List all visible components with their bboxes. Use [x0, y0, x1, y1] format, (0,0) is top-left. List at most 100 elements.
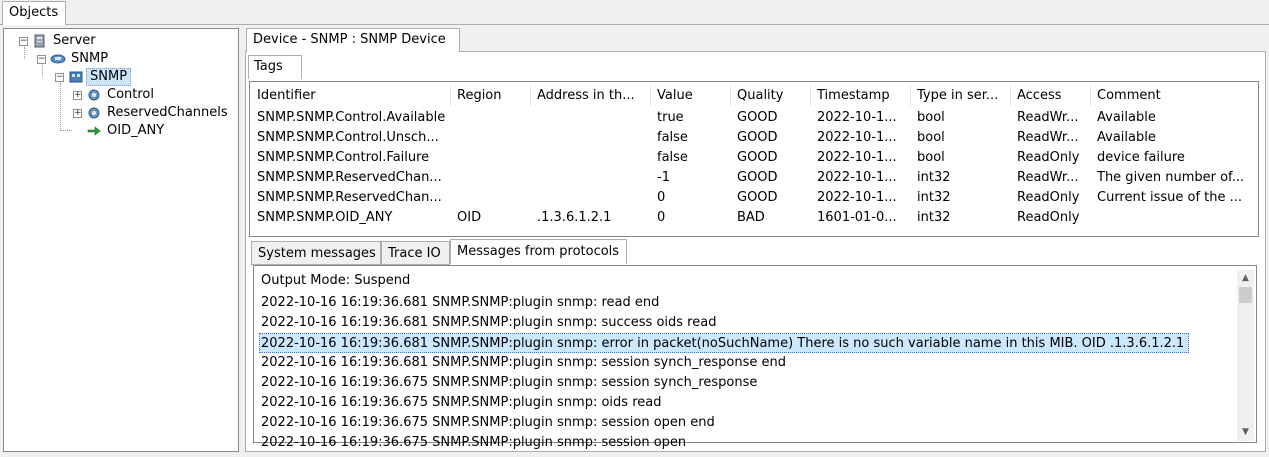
tree-node-control[interactable]: Control — [104, 86, 157, 104]
cell-identifier[interactable]: SNMP.SNMP.ReservedChan... — [257, 168, 452, 188]
log-line[interactable]: 2022-10-16 16:19:36.675 SNMP.SNMP:plugin… — [261, 373, 757, 393]
tab-system-messages[interactable]: System messages — [251, 241, 381, 265]
cell-access[interactable]: ReadWr... — [1017, 128, 1092, 148]
log-line[interactable]: 2022-10-16 16:19:36.681 SNMP.SNMP:plugin… — [259, 333, 1190, 353]
cell-value[interactable]: true — [657, 108, 732, 128]
cell-identifier[interactable]: SNMP.SNMP.Control.Failure — [257, 148, 452, 168]
cell-timestamp[interactable]: 2022-10-1... — [817, 148, 912, 168]
cell-type[interactable]: int32 — [917, 208, 1012, 228]
cell-value[interactable]: 0 — [657, 208, 732, 228]
cell-quality[interactable]: BAD — [737, 208, 812, 228]
cell-region[interactable] — [457, 188, 532, 208]
cell-comment[interactable] — [1097, 208, 1252, 228]
cell-quality[interactable]: GOOD — [737, 188, 812, 208]
tab-messages-from-protocols[interactable]: Messages from protocols — [450, 239, 627, 264]
cell-identifier[interactable]: SNMP.SNMP.Control.Unsch... — [257, 128, 452, 148]
cell-access[interactable]: ReadWr... — [1017, 108, 1092, 128]
cell-region[interactable] — [457, 148, 532, 168]
cell-address[interactable] — [537, 108, 647, 128]
cell-comment[interactable]: The given number of... — [1097, 168, 1252, 188]
column-separator[interactable] — [530, 86, 531, 106]
tree-node-reservedchannels[interactable]: ReservedChannels — [104, 104, 231, 122]
cell-comment[interactable]: Available — [1097, 108, 1252, 128]
cell-type[interactable]: bool — [917, 128, 1012, 148]
cell-address[interactable]: .1.3.6.1.2.1 — [537, 208, 647, 228]
cell-quality[interactable]: GOOD — [737, 148, 812, 168]
column-header-region[interactable]: Region — [457, 86, 502, 106]
cell-address[interactable] — [537, 148, 647, 168]
tree-node-oid-any[interactable]: OID_ANY — [104, 122, 167, 140]
column-header-type[interactable]: Type in ser... — [917, 86, 998, 106]
tab-objects[interactable]: Objects — [2, 1, 66, 25]
log-line[interactable]: 2022-10-16 16:19:36.681 SNMP.SNMP:plugin… — [261, 353, 786, 373]
collapse-server-expander[interactable]: − — [19, 37, 28, 46]
cell-region[interactable] — [457, 128, 532, 148]
cell-access[interactable]: ReadOnly — [1017, 148, 1092, 168]
cell-identifier[interactable]: SNMP.SNMP.ReservedChan... — [257, 188, 452, 208]
cell-type[interactable]: int32 — [917, 168, 1012, 188]
column-header-identifier[interactable]: Identifier — [257, 86, 316, 106]
tree-node-snmp-device[interactable]: SNMP — [86, 68, 132, 86]
cell-value[interactable]: 0 — [657, 188, 732, 208]
tab-tags[interactable]: Tags — [248, 55, 302, 79]
column-separator[interactable] — [910, 86, 911, 106]
log-line[interactable]: 2022-10-16 16:19:36.681 SNMP.SNMP:plugin… — [261, 313, 716, 333]
cell-access[interactable]: ReadWr... — [1017, 168, 1092, 188]
cell-value[interactable]: false — [657, 128, 732, 148]
column-separator[interactable] — [1010, 86, 1011, 106]
column-header-value[interactable]: Value — [657, 86, 693, 106]
tree-node-snmp-network[interactable]: SNMP — [68, 50, 111, 68]
cell-type[interactable]: int32 — [917, 188, 1012, 208]
column-header-timestamp[interactable]: Timestamp — [817, 86, 890, 106]
cell-comment[interactable]: Available — [1097, 128, 1252, 148]
cell-quality[interactable]: GOOD — [737, 168, 812, 188]
column-separator[interactable] — [810, 86, 811, 106]
collapse-snmp-device-expander[interactable]: − — [55, 73, 64, 82]
cell-region[interactable]: OID — [457, 208, 532, 228]
cell-comment[interactable]: device failure — [1097, 148, 1252, 168]
column-header-access[interactable]: Access — [1017, 86, 1062, 106]
tab-trace-io[interactable]: Trace IO — [381, 241, 450, 265]
cell-comment[interactable]: Current issue of the ... — [1097, 188, 1252, 208]
cell-region[interactable] — [457, 108, 532, 128]
scroll-up-icon[interactable]: ▲ — [1237, 270, 1254, 287]
cell-type[interactable]: bool — [917, 148, 1012, 168]
tab-device-snmp[interactable]: Device - SNMP : SNMP Device — [246, 28, 460, 52]
cell-access[interactable]: ReadOnly — [1017, 208, 1092, 228]
column-separator[interactable] — [450, 86, 451, 106]
cell-quality[interactable]: GOOD — [737, 108, 812, 128]
log-line[interactable]: 2022-10-16 16:19:36.675 SNMP.SNMP:plugin… — [261, 433, 686, 453]
object-tree[interactable]: − Server − SNMP − SNMP + Control + Reser… — [3, 28, 239, 452]
cell-region[interactable] — [457, 168, 532, 188]
cell-timestamp[interactable]: 2022-10-1... — [817, 188, 912, 208]
column-separator[interactable] — [730, 86, 731, 106]
cell-address[interactable] — [537, 168, 647, 188]
cell-identifier[interactable]: SNMP.SNMP.OID_ANY — [257, 208, 452, 228]
column-header-quality[interactable]: Quality — [737, 86, 783, 106]
cell-value[interactable]: -1 — [657, 168, 732, 188]
expand-reservedchannels-expander[interactable]: + — [73, 109, 82, 118]
cell-identifier[interactable]: SNMP.SNMP.Control.Available — [257, 108, 452, 128]
cell-timestamp[interactable]: 2022-10-1... — [817, 108, 912, 128]
cell-timestamp[interactable]: 2022-10-1... — [817, 168, 912, 188]
log-line[interactable]: 2022-10-16 16:19:36.675 SNMP.SNMP:plugin… — [261, 413, 715, 433]
log-scrollbar[interactable]: ▲ ▼ — [1237, 270, 1254, 441]
column-header-address[interactable]: Address in th... — [537, 86, 635, 106]
column-separator[interactable] — [1090, 86, 1091, 106]
cell-timestamp[interactable]: 1601-01-0... — [817, 208, 912, 228]
cell-access[interactable]: ReadOnly — [1017, 188, 1092, 208]
column-header-comment[interactable]: Comment — [1097, 86, 1161, 106]
cell-type[interactable]: bool — [917, 108, 1012, 128]
log-line[interactable]: 2022-10-16 16:19:36.681 SNMP.SNMP:plugin… — [261, 293, 659, 313]
column-separator[interactable] — [650, 86, 651, 106]
scroll-down-icon[interactable]: ▼ — [1237, 424, 1254, 441]
cell-address[interactable] — [537, 188, 647, 208]
collapse-snmp-network-expander[interactable]: − — [37, 55, 46, 64]
cell-value[interactable]: false — [657, 148, 732, 168]
expand-control-expander[interactable]: + — [73, 91, 82, 100]
scroll-thumb[interactable] — [1239, 287, 1252, 303]
cell-quality[interactable]: GOOD — [737, 128, 812, 148]
cell-timestamp[interactable]: 2022-10-1... — [817, 128, 912, 148]
tree-node-server[interactable]: Server — [50, 32, 99, 50]
log-line[interactable]: 2022-10-16 16:19:36.675 SNMP.SNMP:plugin… — [261, 393, 661, 413]
